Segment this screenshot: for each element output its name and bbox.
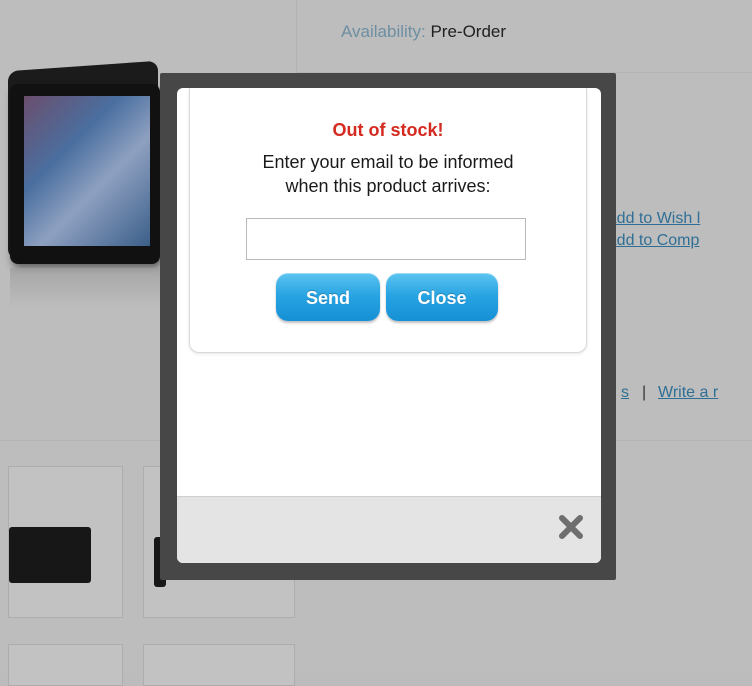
availability-label: Availability: — [341, 22, 426, 41]
availability-value: Pre-Order — [430, 22, 507, 41]
modal-title: Out of stock! — [332, 120, 444, 140]
availability-info: Availability: Pre-Order — [341, 22, 506, 42]
message-line-1: Enter your email to be informed — [262, 152, 514, 172]
reviews-link[interactable]: s — [621, 384, 629, 402]
product-thumbnail[interactable] — [143, 644, 295, 686]
modal-footer — [177, 496, 601, 563]
add-to-compare-link[interactable]: Add to Comp — [606, 232, 699, 250]
email-input[interactable] — [246, 218, 526, 260]
add-to-wishlist-link[interactable]: Add to Wish l — [606, 210, 700, 228]
send-button[interactable]: Send — [276, 273, 380, 321]
product-image[interactable] — [10, 84, 160, 264]
message-line-2: when this product arrives: — [285, 176, 491, 196]
out-of-stock-modal: Out of stock! Enter your email to be inf… — [177, 88, 601, 563]
thumbnail-image — [9, 527, 91, 583]
notify-form: Out of stock! Enter your email to be inf… — [189, 88, 587, 353]
write-review-link[interactable]: Write a r — [658, 384, 718, 402]
product-thumbnail[interactable] — [8, 466, 123, 618]
close-button[interactable]: Close — [386, 273, 498, 321]
product-image-screen — [24, 96, 150, 246]
close-x-icon[interactable] — [557, 513, 585, 541]
modal-message: Enter your email to be informed when thi… — [190, 150, 586, 198]
link-separator: | — [642, 384, 647, 401]
product-thumbnail[interactable] — [8, 644, 123, 686]
product-image-reflection — [10, 268, 160, 308]
